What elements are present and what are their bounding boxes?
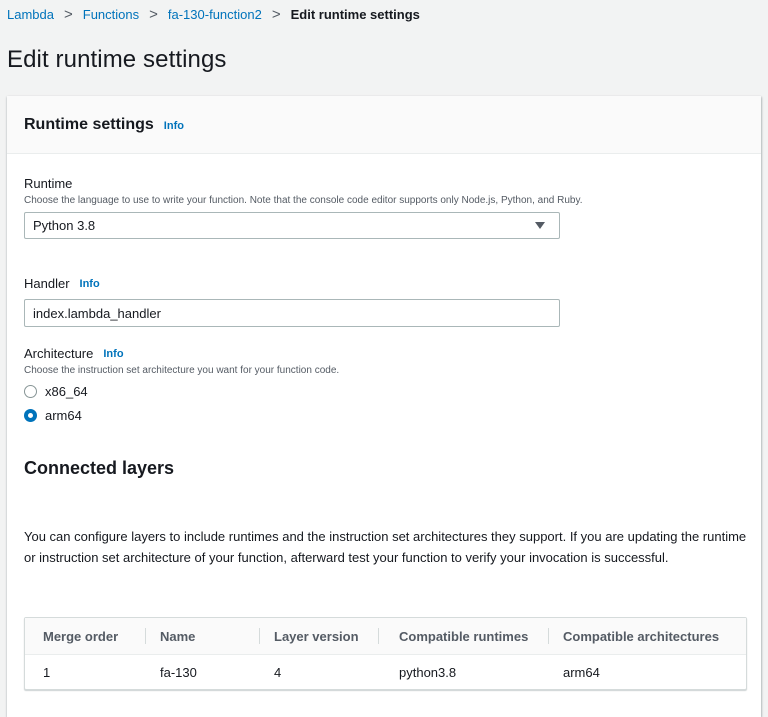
runtime-select-value: Python 3.8 [33, 218, 96, 233]
radio-label-x86_64: x86_64 [45, 384, 88, 399]
breadcrumb-function[interactable]: fa-130-function2 [168, 7, 262, 22]
architecture-description: Choose the instruction set architecture … [24, 365, 340, 376]
column-header-compatible-runtimes: Compatible runtimes [379, 618, 549, 655]
cell-compatible-architectures: arm64 [563, 665, 600, 681]
architecture-label-row: Architecture Info [24, 346, 339, 361]
chevron-right-icon: > [271, 5, 281, 23]
breadcrumb: Lambda > Functions > fa-130-function2 > … [7, 4, 420, 24]
radio-label-arm64: arm64 [45, 408, 82, 423]
layers-table-container: Merge order Name Layer version Compatibl… [24, 617, 747, 690]
runtime-settings-panel: Runtime settings Info Runtime Choose the… [7, 96, 761, 717]
panel-title: Runtime settings [24, 115, 154, 133]
chevron-right-icon: > [63, 5, 73, 23]
cell-name: fa-130 [160, 665, 197, 681]
runtime-field: Runtime Choose the language to use to wr… [24, 176, 583, 239]
column-header-layer-version: Layer version [260, 618, 379, 655]
cell-layer-version: 4 [274, 665, 282, 681]
runtime-label: Runtime [24, 176, 73, 191]
architecture-info-link[interactable]: Info [103, 348, 123, 360]
breadcrumb-lambda[interactable]: Lambda [7, 7, 54, 22]
radio-option-arm64[interactable]: arm64 [24, 408, 339, 423]
panel-header: Runtime settings Info [7, 96, 761, 154]
layers-table: Merge order Name Layer version Compatibl… [25, 618, 746, 691]
radio-option-x86_64[interactable]: x86_64 [24, 384, 339, 399]
column-header-merge-order: Merge order [25, 618, 146, 655]
page-title: Edit runtime settings [7, 46, 227, 73]
runtime-settings-info-link[interactable]: Info [164, 120, 184, 132]
breadcrumb-current: Edit runtime settings [290, 6, 420, 22]
runtime-select[interactable]: Python 3.8 [24, 212, 560, 239]
breadcrumb-functions[interactable]: Functions [83, 7, 139, 22]
architecture-field: Architecture Info Choose the instruction… [24, 346, 339, 423]
handler-info-link[interactable]: Info [80, 278, 100, 290]
radio-button-x86_64[interactable] [24, 385, 37, 398]
table-header-row: Merge order Name Layer version Compatibl… [25, 618, 746, 655]
column-header-name: Name [146, 618, 260, 655]
handler-label-row: Handler Info [24, 276, 560, 291]
connected-layers-description: You can configure layers to include runt… [24, 529, 747, 565]
caret-down-icon [535, 222, 545, 229]
table-row: 1 fa-130 4 python3.8 arm64 [25, 655, 746, 691]
handler-label: Handler [24, 276, 70, 291]
cell-merge-order: 1 [43, 665, 51, 681]
runtime-description: Choose the language to use to write your… [24, 195, 583, 206]
chevron-right-icon: > [149, 5, 158, 23]
handler-input[interactable] [24, 299, 560, 327]
handler-field: Handler Info [24, 276, 560, 327]
column-header-compatible-architectures: Compatible architectures [549, 618, 746, 655]
cell-compatible-runtimes: python3.8 [399, 665, 457, 681]
connected-layers-title: Connected layers [24, 458, 175, 478]
radio-button-arm64[interactable] [24, 409, 37, 422]
architecture-label: Architecture [24, 346, 94, 361]
